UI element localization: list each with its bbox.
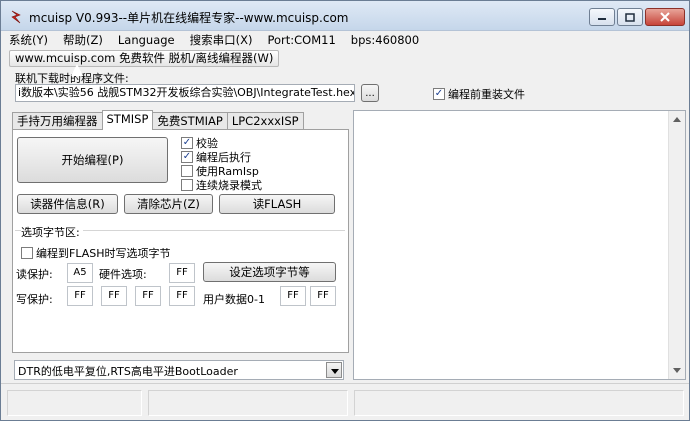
- status-cell: [148, 390, 348, 416]
- menu-search-port[interactable]: 搜索串口(X): [190, 32, 253, 48]
- app-logo-icon: [11, 10, 21, 24]
- option-bytes-label: 选项字节区:: [21, 224, 83, 240]
- status-bar: [1, 383, 689, 420]
- maximize-button[interactable]: [617, 8, 643, 26]
- mcuisp-window: mcuisp V0.993--单片机在线编程专家--www.mcuisp.com…: [0, 0, 690, 421]
- title-bar[interactable]: mcuisp V0.993--单片机在线编程专家--www.mcuisp.com: [1, 1, 689, 31]
- erase-chip-button[interactable]: 清除芯片(Z): [124, 194, 213, 214]
- check-icon: ✓: [181, 151, 193, 163]
- close-icon: [660, 12, 670, 22]
- tab-free-stmiap[interactable]: 免费STMIAP: [152, 112, 228, 130]
- write-protect-label: 写保护:: [16, 293, 53, 306]
- status-cell: [7, 390, 142, 416]
- boot-mode-value: DTR的低电平复位,RTS高电平进BootLoader: [18, 365, 238, 378]
- log-scrollbar[interactable]: [668, 111, 685, 379]
- user-data-field[interactable]: FF: [310, 286, 336, 306]
- continuous-burn-label: 连续烧录模式: [196, 179, 262, 192]
- close-button[interactable]: [645, 8, 685, 26]
- tab-handheld-programmer[interactable]: 手持万用编程器: [12, 112, 103, 130]
- maximize-icon: [625, 12, 635, 22]
- write-option-bytes-checkbox[interactable]: 编程到FLASH时写选项字节: [21, 245, 171, 261]
- menu-bps[interactable]: bps:460800: [351, 33, 419, 47]
- menu-language[interactable]: Language: [118, 33, 175, 47]
- check-icon: ✓: [433, 88, 445, 100]
- read-flash-button[interactable]: 读FLASH: [219, 194, 335, 214]
- set-option-bytes-button[interactable]: 设定选项字节等: [203, 262, 336, 282]
- write-option-bytes-label: 编程到FLASH时写选项字节: [36, 247, 171, 260]
- menu-port[interactable]: Port:COM11: [267, 33, 335, 47]
- scroll-down-icon[interactable]: [673, 368, 681, 373]
- user-data-field[interactable]: FF: [280, 286, 306, 306]
- program-file-path[interactable]: i数版本\实验56 战舰STM32开发板综合实验\OBJ\IntegrateTe…: [15, 84, 355, 102]
- start-programming-button[interactable]: 开始编程(P): [17, 137, 168, 183]
- read-protect-field[interactable]: A5: [67, 263, 93, 283]
- hardware-option-label: 硬件选项:: [99, 268, 147, 281]
- status-cell: [354, 390, 684, 416]
- read-protect-label: 读保护:: [16, 268, 53, 281]
- reload-before-program-checkbox[interactable]: ✓ 编程前重装文件: [433, 86, 525, 102]
- chevron-down-icon[interactable]: [326, 362, 342, 378]
- browse-button[interactable]: ...: [361, 84, 379, 102]
- reload-before-program-label: 编程前重装文件: [448, 88, 525, 101]
- write-protect-field[interactable]: FF: [101, 286, 127, 306]
- window-title: mcuisp V0.993--单片机在线编程专家--www.mcuisp.com: [29, 11, 349, 25]
- menu-bar: 系统(Y) 帮助(Z) Language 搜索串口(X) Port:COM11 …: [1, 31, 689, 49]
- user-data-label: 用户数据0-1: [203, 293, 265, 306]
- tab-stmisp[interactable]: STMISP: [101, 110, 154, 130]
- write-protect-field[interactable]: FF: [67, 286, 93, 306]
- log-output-area[interactable]: [353, 110, 686, 380]
- write-protect-field[interactable]: FF: [135, 286, 161, 306]
- minimize-button[interactable]: [589, 8, 615, 26]
- website-offline-programmer-button[interactable]: www.mcuisp.com 免费软件 脱机/离线编程器(W): [9, 50, 280, 67]
- tab-lpc2xxx-isp[interactable]: LPC2xxxISP: [226, 112, 304, 130]
- boot-mode-select[interactable]: DTR的低电平复位,RTS高电平进BootLoader: [14, 360, 344, 380]
- read-device-info-button[interactable]: 读器件信息(R): [17, 194, 118, 214]
- continuous-burn-checkbox[interactable]: 连续烧录模式: [181, 177, 262, 193]
- tab-strip: 手持万用编程器 STMISP 免费STMIAP LPC2xxxISP: [12, 110, 304, 130]
- minimize-icon: [598, 18, 606, 20]
- mouse-cursor-icon: [71, 64, 83, 76]
- menu-help[interactable]: 帮助(Z): [63, 32, 103, 48]
- scroll-up-icon[interactable]: [673, 117, 681, 122]
- write-protect-field[interactable]: FF: [169, 286, 195, 306]
- hardware-option-field[interactable]: FF: [169, 263, 195, 283]
- check-icon: ✓: [181, 137, 193, 149]
- menu-system[interactable]: 系统(Y): [9, 32, 48, 48]
